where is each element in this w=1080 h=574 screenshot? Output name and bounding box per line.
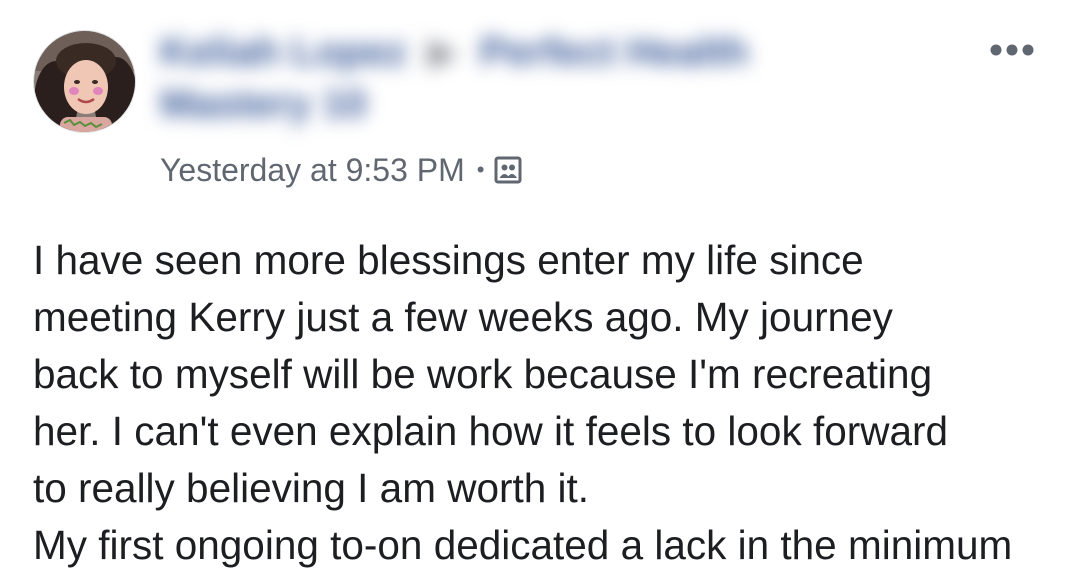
post-timestamp[interactable]: Yesterday at 9:53 PM	[160, 152, 465, 189]
group-members-icon[interactable]	[494, 155, 524, 185]
author-name[interactable]: Keliah Lopez	[160, 30, 407, 74]
post-author-line[interactable]: Keliah Lopez ▶ Perfect Health Mastery 10	[160, 26, 800, 130]
post-text-line: back to myself will be work because I'm …	[33, 351, 933, 397]
avatar-photo	[34, 31, 135, 132]
avatar[interactable]	[33, 30, 136, 133]
more-options-button[interactable]	[982, 30, 1042, 70]
post-text-line: meeting Kerry just a few weeks ago. My j…	[33, 294, 893, 340]
post-text-line: to really believing I am worth it.	[33, 465, 589, 511]
post-meta: Yesterday at 9:53 PM •	[160, 148, 524, 192]
post-text-line: her. I can't even explain how it feels t…	[33, 408, 948, 454]
more-options-icon	[990, 44, 1034, 56]
post-text-line: I have seen more blessings enter my life…	[33, 237, 864, 283]
meta-separator: •	[476, 157, 485, 182]
post-body: I have seen more blessings enter my life…	[33, 232, 1073, 568]
privacy-icon-graphic	[494, 156, 522, 184]
post-text-line-cutoff: My first ongoing to-on dedicated a lack …	[33, 522, 1013, 568]
share-arrow-icon: ▶	[427, 30, 459, 74]
post-header: Keliah Lopez ▶ Perfect Health Mastery 10…	[0, 0, 1080, 200]
